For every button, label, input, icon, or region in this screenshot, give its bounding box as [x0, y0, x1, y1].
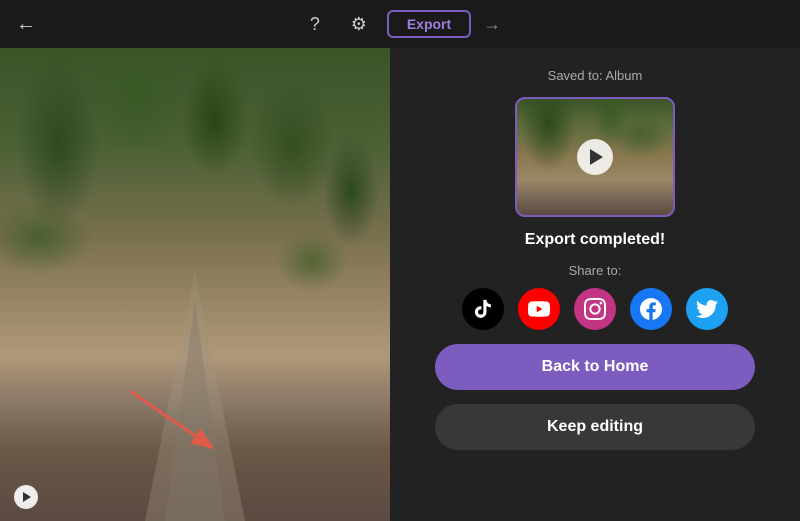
youtube-share-button[interactable]	[518, 288, 560, 330]
thumbnail-play-icon[interactable]	[577, 139, 613, 175]
help-button[interactable]: ?	[299, 8, 331, 40]
twitter-share-button[interactable]	[686, 288, 728, 330]
path-center	[165, 301, 225, 521]
forward-arrow-icon: →	[483, 14, 501, 35]
instagram-share-button[interactable]	[574, 288, 616, 330]
share-label: Share to:	[569, 263, 622, 278]
video-thumbnail[interactable]	[515, 97, 675, 217]
path-shape	[145, 271, 245, 521]
help-icon: ?	[310, 14, 320, 35]
keep-editing-button[interactable]: Keep editing	[435, 404, 755, 450]
main-content: Saved to: Album Export completed! Share …	[0, 48, 800, 521]
video-scene	[0, 48, 390, 521]
export-completed-label: Export completed!	[525, 231, 665, 249]
export-panel: Saved to: Album Export completed! Share …	[390, 48, 800, 521]
topbar: ← ? ⚙ Export →	[0, 0, 800, 48]
settings-button[interactable]: ⚙	[343, 8, 375, 40]
tiktok-share-button[interactable]	[462, 288, 504, 330]
video-play-button[interactable]	[14, 485, 38, 509]
back-arrow-icon[interactable]: ←	[16, 13, 36, 36]
video-panel	[0, 48, 390, 521]
settings-icon: ⚙	[351, 14, 367, 35]
export-button[interactable]: Export	[387, 10, 471, 38]
topbar-left: ←	[16, 13, 36, 36]
saved-label: Saved to: Album	[548, 68, 643, 83]
social-share-row	[462, 288, 728, 330]
topbar-center: ? ⚙ Export →	[299, 8, 501, 40]
back-to-home-button[interactable]: Back to Home	[435, 344, 755, 390]
facebook-share-button[interactable]	[630, 288, 672, 330]
